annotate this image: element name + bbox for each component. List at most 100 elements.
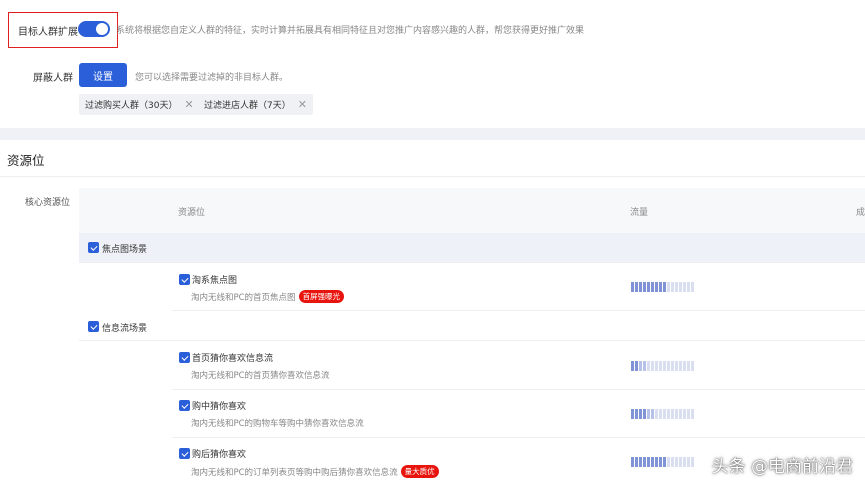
traffic-bar-segment xyxy=(663,361,666,371)
item-checkbox[interactable] xyxy=(179,352,190,363)
traffic-bar-segment xyxy=(667,361,670,371)
traffic-bar xyxy=(631,409,694,419)
traffic-bar-segment xyxy=(691,457,694,467)
traffic-bar-segment xyxy=(667,282,670,292)
item-description: 淘内无线和PC的订单列表页等购中购后猜你喜欢信息流 量大质优 xyxy=(191,465,439,478)
traffic-bar-segment xyxy=(639,409,642,419)
traffic-bar-segment xyxy=(655,457,658,467)
traffic-bar-segment xyxy=(651,457,654,467)
traffic-bar-segment xyxy=(647,361,650,371)
traffic-bar-segment xyxy=(639,361,642,371)
traffic-bar-segment xyxy=(643,409,646,419)
traffic-bar-segment xyxy=(675,282,678,292)
traffic-bar-segment xyxy=(655,409,658,419)
exclude-tag-label: 过滤购买人群（30天） xyxy=(85,101,178,111)
traffic-bar-segment xyxy=(635,457,638,467)
exclude-tag-label: 过滤进店人群（7天） xyxy=(204,101,291,111)
item-checkbox[interactable] xyxy=(179,400,190,411)
table-row: 首页猜你喜欢信息流 淘内无线和PC的首页猜你喜欢信息流 xyxy=(172,342,865,390)
traffic-bar-segment xyxy=(675,457,678,467)
traffic-bar-segment xyxy=(635,361,638,371)
traffic-bar-segment xyxy=(643,361,646,371)
toggle-knob xyxy=(96,23,108,35)
item-desc-text: 淘内无线和PC的首页焦点图 xyxy=(191,292,296,303)
item-checkbox[interactable] xyxy=(179,274,190,285)
item-description: 淘内无线和PC的首页焦点图 首屏强曝光 xyxy=(191,290,345,303)
traffic-bar-segment xyxy=(647,282,650,292)
traffic-bar-segment xyxy=(663,282,666,292)
settings-button[interactable]: 设置 xyxy=(79,63,127,87)
close-icon[interactable]: ✕ xyxy=(298,98,307,111)
exclude-tag: 过滤购买人群（30天） ✕ xyxy=(79,94,200,115)
traffic-bar-segment xyxy=(691,282,694,292)
traffic-bar-segment xyxy=(683,361,686,371)
traffic-bar-segment xyxy=(687,361,690,371)
item-desc-text: 淘内无线和PC的首页猜你喜欢信息流 xyxy=(191,371,330,381)
traffic-bar-segment xyxy=(675,361,678,371)
exclude-audience-hint: 您可以选择需要过滤掉的非目标人群。 xyxy=(135,73,289,83)
traffic-bar-segment xyxy=(655,282,658,292)
traffic-bar-segment xyxy=(651,282,654,292)
traffic-bar-segment xyxy=(631,409,634,419)
traffic-bar-segment xyxy=(679,409,682,419)
status-badge: 量大质优 xyxy=(400,465,439,478)
exclude-audience-label: 屏蔽人群 xyxy=(33,73,73,84)
traffic-bar-segment xyxy=(659,409,662,419)
traffic-bar xyxy=(631,457,694,467)
table-row: 淘系焦点图 淘内无线和PC的首页焦点图 首屏强曝光 xyxy=(172,263,865,311)
traffic-bar-segment xyxy=(651,409,654,419)
item-desc-text: 淘内无线和PC的订单列表页等购中购后猜你喜欢信息流 xyxy=(191,467,398,478)
item-title: 淘系焦点图 xyxy=(192,276,238,286)
traffic-bar-segment xyxy=(679,457,682,467)
traffic-bar-segment xyxy=(659,457,662,467)
group-label: 信息流场景 xyxy=(102,324,148,334)
section-rule xyxy=(0,176,865,177)
item-title: 购中猜你喜欢 xyxy=(192,402,247,412)
traffic-bar-segment xyxy=(659,361,662,371)
traffic-bar-segment xyxy=(663,457,666,467)
audience-expand-description: 系统将根据您自定义人群的特征，实时计算并拓展具有相同特征且对您推广内容感兴趣的人… xyxy=(116,26,585,36)
item-title: 购后猜你喜欢 xyxy=(192,450,247,460)
item-title: 首页猜你喜欢信息流 xyxy=(192,354,274,364)
watermark: 头条 @电商前沿君 xyxy=(711,457,853,477)
audience-expand-label: 目标人群扩展 xyxy=(18,27,78,38)
group-row: 信息流场景 xyxy=(79,311,865,341)
traffic-bar-segment xyxy=(639,457,642,467)
status-badge: 首屏强曝光 xyxy=(298,290,345,303)
table-header: 资源位 流量 成 xyxy=(79,188,865,233)
traffic-bar-segment xyxy=(659,282,662,292)
core-resources-label: 核心资源位 xyxy=(25,198,71,208)
column-header-traffic: 流量 xyxy=(630,208,649,218)
traffic-bar-segment xyxy=(651,361,654,371)
item-description: 淘内无线和PC的购物车等购中猜你喜欢信息流 xyxy=(191,417,364,429)
traffic-bar-segment xyxy=(655,361,658,371)
traffic-bar-segment xyxy=(643,282,646,292)
traffic-bar-segment xyxy=(635,282,638,292)
traffic-bar-segment xyxy=(667,457,670,467)
traffic-bar-segment xyxy=(683,457,686,467)
traffic-bar xyxy=(631,282,694,292)
traffic-bar-segment xyxy=(631,361,634,371)
traffic-bar-segment xyxy=(683,409,686,419)
audience-expand-toggle[interactable] xyxy=(78,21,110,37)
section-divider xyxy=(0,128,865,140)
traffic-bar-segment xyxy=(667,409,670,419)
traffic-bar-segment xyxy=(679,282,682,292)
traffic-bar-segment xyxy=(687,282,690,292)
table-row: 购中猜你喜欢 淘内无线和PC的购物车等购中猜你喜欢信息流 xyxy=(172,390,865,438)
traffic-bar-segment xyxy=(631,457,634,467)
section-title: 资源位 xyxy=(7,153,45,168)
traffic-bar-segment xyxy=(671,409,674,419)
item-description: 淘内无线和PC的首页猜你喜欢信息流 xyxy=(191,369,330,381)
group-label: 焦点图场景 xyxy=(102,245,148,255)
group-checkbox[interactable] xyxy=(88,242,99,253)
item-checkbox[interactable] xyxy=(179,448,190,459)
column-header-cost: 成 xyxy=(856,208,865,218)
traffic-bar-segment xyxy=(679,361,682,371)
traffic-bar-segment xyxy=(691,409,694,419)
exclude-tag: 过滤进店人群（7天） ✕ xyxy=(198,94,313,115)
group-checkbox[interactable] xyxy=(88,321,99,332)
column-header-resource: 资源位 xyxy=(178,208,206,218)
close-icon[interactable]: ✕ xyxy=(184,98,193,111)
traffic-bar-segment xyxy=(663,409,666,419)
